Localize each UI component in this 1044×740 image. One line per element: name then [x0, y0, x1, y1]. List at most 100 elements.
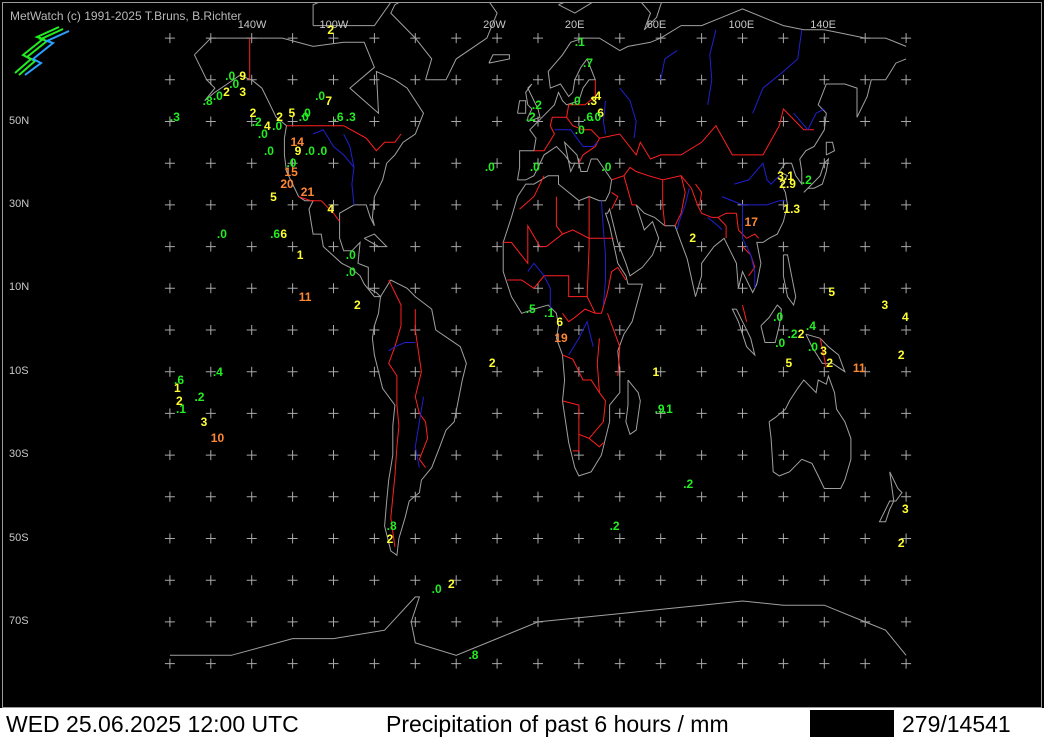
lon-label: 20E [564, 19, 585, 31]
country-border [596, 338, 600, 393]
grid-cross [492, 325, 503, 335]
grid-cross [901, 575, 912, 586]
grid-cross [328, 408, 339, 419]
grid-cross [901, 158, 912, 169]
grid-cross [287, 283, 298, 294]
grid-cross [696, 116, 707, 127]
river [568, 320, 594, 356]
precip-value: 3 [902, 502, 909, 517]
grid-cross [451, 199, 462, 210]
precip-value: 4 [327, 202, 335, 217]
grid-cross [492, 74, 503, 85]
grid-cross [696, 616, 707, 627]
grid-cross [287, 366, 298, 377]
grid-cross [819, 74, 830, 85]
grid-cross [655, 450, 666, 461]
grid-cross [205, 450, 216, 461]
precip-value: 2 [386, 531, 394, 546]
grid-cross [860, 491, 871, 502]
grid-cross [164, 533, 175, 544]
grid-cross [287, 199, 298, 210]
grid-cross [614, 116, 625, 127]
country-border [742, 304, 748, 322]
grid-cross [655, 491, 666, 502]
grid-cross [451, 366, 462, 377]
grid-cross [655, 283, 666, 294]
grid-cross [410, 366, 421, 377]
grid-cross [655, 658, 666, 669]
grid-cross [205, 658, 216, 669]
country-border [562, 308, 596, 323]
precip-value: .0 [345, 264, 356, 279]
country-border [623, 175, 637, 206]
grid-cross [819, 33, 830, 44]
country-border [388, 279, 402, 547]
grid-cross [492, 116, 503, 127]
precip-value: 19 [554, 331, 568, 346]
grid-cross [369, 658, 380, 669]
precip-value: .0 [345, 247, 356, 262]
grid-cross [246, 658, 257, 669]
grid-cross [533, 450, 543, 461]
precip-value: .1 [574, 35, 585, 50]
grid-cross [901, 366, 912, 377]
grid-cross [778, 533, 789, 544]
coastline [488, 54, 510, 64]
grid-cross [328, 366, 339, 377]
grid-cross [246, 450, 257, 461]
grid-cross [573, 74, 584, 85]
grid-cross [533, 533, 543, 544]
grid-cross [901, 325, 912, 335]
grid-cross [451, 616, 462, 627]
grid-cross [737, 533, 748, 544]
grid-cross [614, 199, 625, 210]
grid-cross [369, 533, 380, 544]
precip-value: .8 [386, 518, 397, 533]
grid-cross [451, 158, 462, 169]
metwatch-logo-icon [14, 26, 70, 76]
grid-cross [205, 158, 216, 169]
grid-cross [451, 74, 462, 85]
grid-cross [246, 408, 257, 419]
precip-value: 2 [689, 231, 697, 246]
grid-cross [737, 116, 748, 127]
precip-value: 2 [223, 85, 230, 100]
river [721, 196, 786, 206]
grid-cross [246, 199, 257, 210]
lon-label: 60E [646, 19, 667, 31]
grid-cross [369, 158, 380, 169]
grid-cross [410, 74, 421, 85]
river [619, 87, 637, 139]
grid-cross [492, 491, 503, 502]
lat-label: 10S [9, 364, 29, 377]
precip-value: .0 [570, 93, 581, 108]
grid-cross [369, 33, 380, 44]
coastline [731, 308, 756, 357]
grid-cross [164, 158, 175, 169]
grid-cross [369, 450, 380, 461]
precip-value: 10 [210, 431, 225, 446]
grid-cross [410, 158, 421, 169]
lat-label: 30S [9, 448, 29, 461]
country-border [611, 191, 619, 210]
precip-value: 5 [785, 356, 793, 371]
world-map[interactable]: MetWatch (c) 1991-2025 T.Bruns, B.Richte… [2, 2, 1042, 708]
grid-cross [737, 616, 748, 627]
lon-label: 100E [728, 19, 755, 31]
coastline [825, 141, 836, 156]
precip-value: 6 [556, 314, 564, 329]
precip-value: 3 [239, 85, 247, 100]
grid-cross [328, 491, 339, 502]
grid-cross [860, 283, 871, 294]
grid-cross [451, 325, 462, 335]
grid-cross [328, 241, 339, 252]
precip-value: .0 [212, 89, 223, 104]
grid-cross [451, 658, 462, 669]
precip-value: .0 [304, 143, 315, 158]
map-canvas [164, 3, 912, 669]
grid-cross [369, 491, 380, 502]
status-spacer [810, 710, 894, 737]
grid-cross [246, 325, 257, 335]
grid-cross [451, 33, 462, 44]
grid-cross [369, 575, 380, 586]
